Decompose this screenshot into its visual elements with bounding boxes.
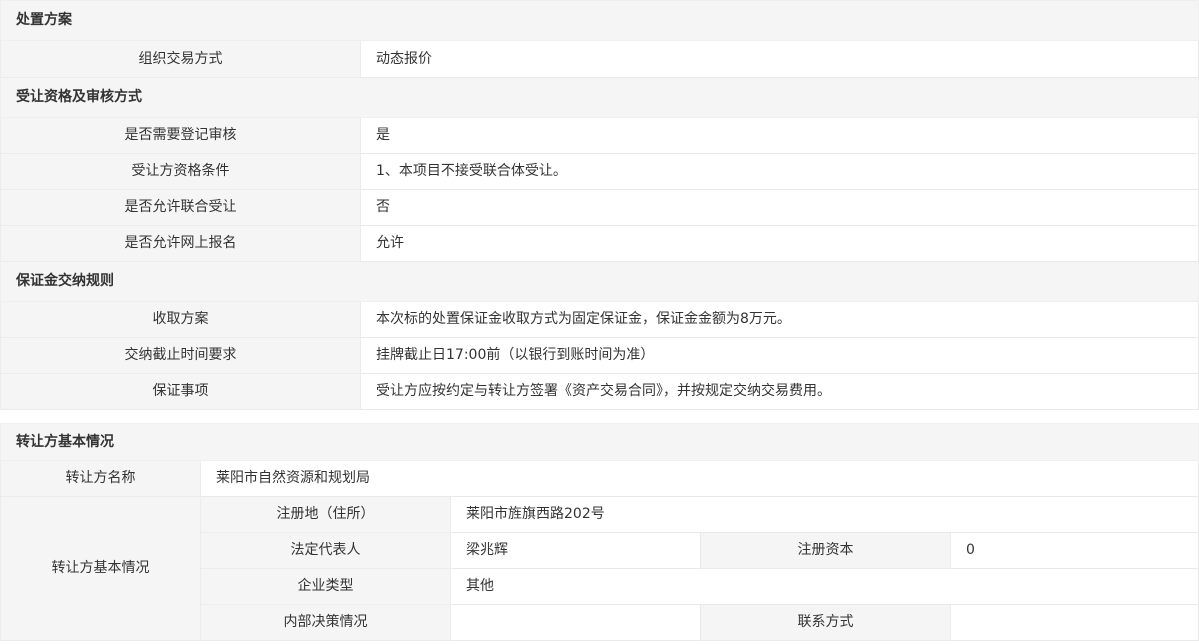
field-value-payment-deadline: 挂牌截止日17:00前（以银行到账时间为准） — [361, 338, 1199, 374]
table-row: 受让方资格条件 1、本项目不接受联合体受让。 — [1, 154, 1199, 190]
field-label-legal-representative: 法定代表人 — [201, 533, 451, 569]
field-label-joint-transfer-allowed: 是否允许联合受让 — [1, 190, 361, 226]
field-label-enterprise-type: 企业类型 — [201, 569, 451, 605]
section-title: 受让资格及审核方式 — [1, 78, 1199, 118]
field-label-contact-method: 联系方式 — [701, 605, 951, 641]
section-header-disposal-plan: 处置方案 — [1, 1, 1199, 41]
table-row: 是否允许联合受让 否 — [1, 190, 1199, 226]
field-label-qualification-conditions: 受让方资格条件 — [1, 154, 361, 190]
table-row: 是否需要登记审核 是 — [1, 118, 1199, 154]
table-gap — [0, 410, 1199, 423]
field-value-guarantee-matters: 受让方应按约定与转让方签署《资产交易合同》，并按规定交纳交易费用。 — [361, 374, 1199, 410]
table-row: 组织交易方式 动态报价 — [1, 41, 1199, 78]
transferor-info-table: 转让方基本情况 转让方名称 莱阳市自然资源和规划局 转让方基本情况 注册地（住所… — [0, 423, 1199, 641]
section-header-transferee-qualification: 受让资格及审核方式 — [1, 78, 1199, 118]
field-value-registered-address: 莱阳市旌旗西路202号 — [451, 497, 1199, 533]
field-value-online-signup-allowed: 允许 — [361, 226, 1199, 262]
field-label-transferor-name: 转让方名称 — [1, 461, 201, 497]
field-label-registered-capital: 注册资本 — [701, 533, 951, 569]
table-row: 交纳截止时间要求 挂牌截止日17:00前（以银行到账时间为准） — [1, 338, 1199, 374]
field-value-contact-method — [951, 605, 1199, 641]
field-label-collection-plan: 收取方案 — [1, 302, 361, 338]
field-label-internal-decision: 内部决策情况 — [201, 605, 451, 641]
field-value-joint-transfer-allowed: 否 — [361, 190, 1199, 226]
section-header-transferor-info: 转让方基本情况 — [1, 424, 1199, 461]
field-value-enterprise-type: 其他 — [451, 569, 1199, 605]
field-value-trade-method: 动态报价 — [361, 41, 1199, 78]
field-value-legal-representative: 梁兆辉 — [451, 533, 701, 569]
field-label-transferor-basic-info-group: 转让方基本情况 — [1, 497, 201, 641]
field-label-payment-deadline: 交纳截止时间要求 — [1, 338, 361, 374]
field-value-registered-capital: 0 — [951, 533, 1199, 569]
table-row: 是否允许网上报名 允许 — [1, 226, 1199, 262]
table-row: 保证事项 受让方应按约定与转让方签署《资产交易合同》，并按规定交纳交易费用。 — [1, 374, 1199, 410]
table-row: 转让方名称 莱阳市自然资源和规划局 — [1, 461, 1199, 497]
section-title: 处置方案 — [1, 1, 1199, 41]
table-row: 转让方基本情况 注册地（住所） 莱阳市旌旗西路202号 — [1, 497, 1199, 533]
field-value-qualification-conditions: 1、本项目不接受联合体受让。 — [361, 154, 1199, 190]
field-value-collection-plan: 本次标的处置保证金收取方式为固定保证金，保证金金额为8万元。 — [361, 302, 1199, 338]
field-value-transferor-name: 莱阳市自然资源和规划局 — [201, 461, 1199, 497]
section-header-deposit-rules: 保证金交纳规则 — [1, 262, 1199, 302]
section-title: 转让方基本情况 — [1, 424, 1199, 461]
field-label-registered-address: 注册地（住所） — [201, 497, 451, 533]
field-label-online-signup-allowed: 是否允许网上报名 — [1, 226, 361, 262]
field-value-internal-decision — [451, 605, 701, 641]
disposal-info-table: 处置方案 组织交易方式 动态报价 受让资格及审核方式 是否需要登记审核 是 受让… — [0, 0, 1199, 410]
table-row: 收取方案 本次标的处置保证金收取方式为固定保证金，保证金金额为8万元。 — [1, 302, 1199, 338]
section-title: 保证金交纳规则 — [1, 262, 1199, 302]
field-value-registration-review: 是 — [361, 118, 1199, 154]
field-label-trade-method: 组织交易方式 — [1, 41, 361, 78]
field-label-guarantee-matters: 保证事项 — [1, 374, 361, 410]
field-label-registration-review: 是否需要登记审核 — [1, 118, 361, 154]
